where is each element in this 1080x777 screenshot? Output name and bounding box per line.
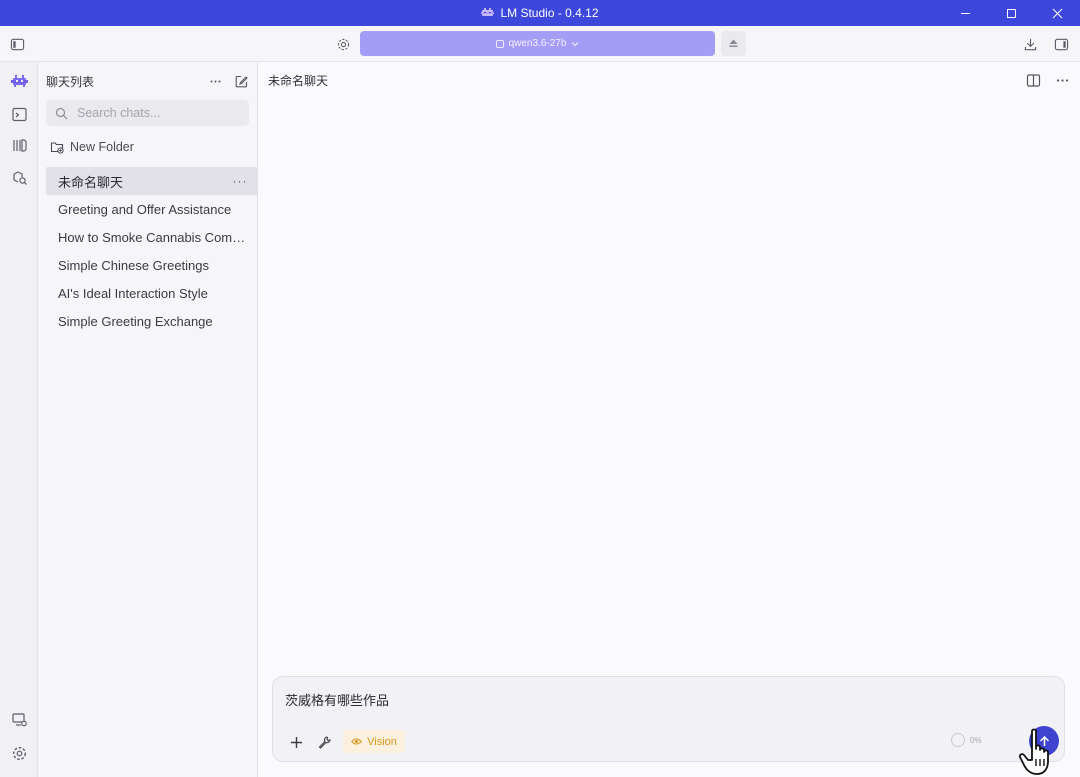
new-folder-button[interactable]: New Folder	[50, 138, 134, 156]
models-icon	[12, 138, 27, 152]
developer-nav-button[interactable]	[9, 104, 29, 124]
chat-item-label: 未命名聊天	[58, 174, 124, 190]
chat-item-label: How to Smoke Cannabis Comfortably	[58, 229, 248, 245]
message-input[interactable]: 茨威格有哪些作品	[285, 690, 389, 709]
chat-item[interactable]: How to Smoke Cannabis Comfortably	[46, 223, 258, 251]
discover-nav-button[interactable]	[9, 167, 29, 187]
attach-button[interactable]	[285, 731, 307, 753]
close-icon	[1052, 8, 1062, 18]
search-icon	[55, 107, 68, 119]
new-folder-label: New Folder	[70, 140, 134, 154]
chat-nav-button[interactable]	[9, 71, 29, 91]
chat-item[interactable]: AI's Ideal Interaction Style	[46, 279, 258, 307]
runtime-nav-button[interactable]	[9, 709, 29, 729]
discover-icon	[12, 170, 27, 185]
folder-plus-icon	[50, 142, 64, 154]
minimize-button[interactable]	[942, 0, 988, 26]
maximize-button[interactable]	[988, 0, 1034, 26]
chat-list-header: 聊天列表	[46, 72, 250, 90]
hand-cursor-icon	[1018, 728, 1049, 775]
chat-title: 未命名聊天	[268, 74, 329, 88]
model-selector[interactable]: qwen3.6-27b	[360, 31, 715, 56]
vision-label: Vision	[367, 735, 397, 748]
split-view-icon	[1026, 73, 1040, 87]
search-input[interactable]	[77, 106, 227, 120]
window-title-bar: LM Studio - 0.4.12	[0, 0, 1080, 26]
chat-item-label: Simple Greeting Exchange	[58, 313, 213, 329]
wrench-icon	[318, 735, 331, 749]
plus-icon	[290, 736, 302, 748]
gear-icon	[337, 38, 349, 50]
chat-item-label: Greeting and Offer Assistance	[58, 201, 232, 217]
new-chat-button[interactable]	[232, 72, 250, 90]
chat-list-more-button[interactable]	[206, 72, 224, 90]
terminal-icon	[11, 107, 27, 121]
more-horizontal-icon	[1056, 78, 1068, 82]
vision-badge[interactable]: Vision	[343, 730, 405, 753]
chat-main-area: 未命名聊天 茨威格有哪些作品 Vision 0%	[258, 62, 1080, 777]
right-panel-toggle-button[interactable]	[1052, 35, 1070, 53]
chat-item[interactable]: Greeting and Offer Assistance	[46, 195, 258, 223]
model-cube-icon	[495, 39, 504, 48]
chat-options-button[interactable]	[1053, 71, 1071, 89]
context-ring-icon	[951, 733, 965, 747]
chat-list-sidebar: 聊天列表 New Folder 未命名聊天 ··· Greeting and O…	[38, 62, 258, 777]
app-logo-icon	[481, 8, 495, 16]
message-composer[interactable]: 茨威格有哪些作品 Vision 0%	[272, 676, 1065, 762]
split-view-button[interactable]	[1024, 71, 1042, 89]
downloads-button[interactable]	[1021, 35, 1039, 53]
search-box[interactable]	[46, 100, 249, 126]
context-usage-value: 0%	[970, 735, 982, 745]
compose-icon	[235, 75, 248, 87]
chat-item-label: Simple Chinese Greetings	[58, 257, 210, 273]
chat-item-more-button[interactable]: ···	[232, 174, 248, 188]
minimize-icon	[960, 12, 970, 14]
chevron-down-icon	[571, 41, 579, 46]
right-panel-icon	[1054, 38, 1068, 50]
model-name: qwen3.6-27b	[508, 38, 567, 49]
sidebar-toggle-button[interactable]	[8, 35, 26, 53]
tools-button[interactable]	[313, 731, 335, 753]
settings-icon	[12, 746, 26, 760]
chat-item-label: AI's Ideal Interaction Style	[58, 285, 208, 301]
sidebar-toggle-icon	[10, 38, 24, 50]
eject-model-button[interactable]	[721, 31, 746, 56]
eject-icon	[729, 39, 738, 47]
chat-item[interactable]: Simple Greeting Exchange	[46, 307, 258, 335]
chat-list-title: 聊天列表	[46, 74, 95, 89]
models-nav-button[interactable]	[9, 135, 29, 155]
top-toolbar: qwen3.6-27b	[0, 26, 1080, 62]
chat-item-active[interactable]: 未命名聊天 ···	[46, 167, 258, 195]
app-title: LM Studio - 0.4.12	[481, 6, 599, 20]
more-horizontal-icon	[210, 80, 220, 82]
settings-nav-button[interactable]	[9, 743, 29, 763]
runtime-icon	[11, 712, 27, 726]
download-icon	[1024, 38, 1036, 50]
navigation-rail	[0, 62, 38, 777]
eye-icon	[351, 738, 362, 745]
maximize-icon	[1006, 8, 1016, 18]
close-button[interactable]	[1034, 0, 1080, 26]
chat-item[interactable]: Simple Chinese Greetings	[46, 251, 258, 279]
context-usage-indicator[interactable]: 0%	[951, 733, 982, 747]
chat-list: 未命名聊天 ··· Greeting and Offer Assistance …	[46, 167, 258, 335]
model-settings-button[interactable]	[334, 35, 352, 53]
window-title-text: LM Studio - 0.4.12	[500, 6, 599, 20]
mascot-logo-icon	[10, 74, 28, 87]
